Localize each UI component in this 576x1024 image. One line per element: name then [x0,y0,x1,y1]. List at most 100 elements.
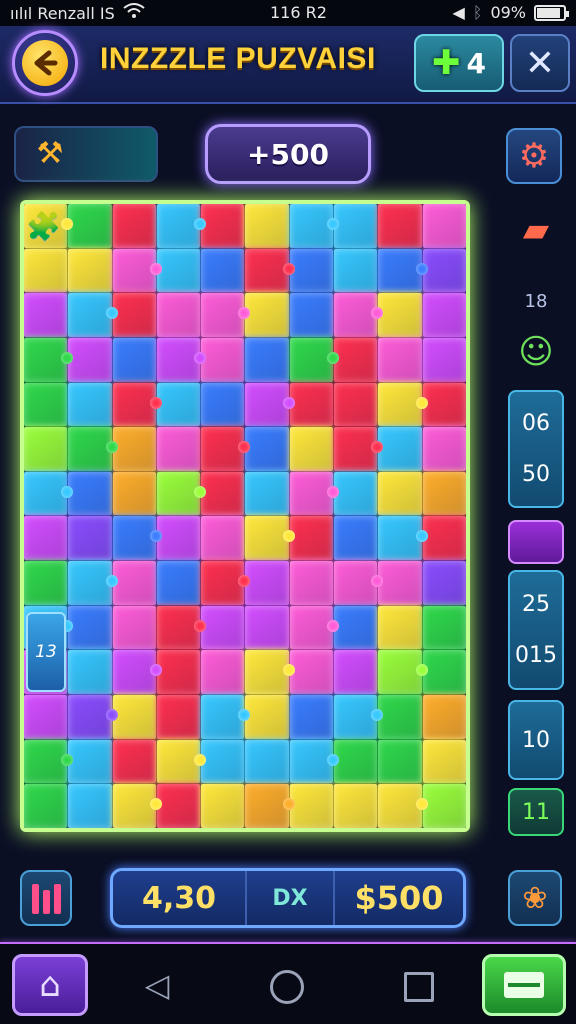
puzzle-piece[interactable] [422,561,466,605]
triangle-back-icon[interactable]: ◁ [140,968,174,1002]
puzzle-piece[interactable] [156,739,207,784]
puzzle-piece[interactable] [334,248,378,293]
puzzle-piece[interactable] [378,337,422,382]
puzzle-board[interactable] [20,200,470,832]
puzzle-piece[interactable] [156,695,201,739]
puzzle-piece[interactable] [245,427,289,471]
puzzle-piece[interactable] [201,695,251,739]
puzzle-piece[interactable] [378,695,422,739]
puzzle-piece[interactable] [156,561,201,605]
puzzle-piece[interactable] [112,382,162,427]
home-button[interactable]: ⌂ [12,954,88,1016]
puzzle-piece[interactable] [289,248,334,293]
puzzle-piece[interactable] [289,337,340,382]
puzzle-piece[interactable] [334,471,378,516]
puzzle-piece[interactable] [289,784,334,828]
puzzle-piece[interactable] [201,293,251,337]
puzzle-piece[interactable] [378,784,428,828]
puzzle-piece[interactable] [68,739,112,784]
puzzle-piece[interactable] [156,605,207,650]
puzzle-piece[interactable] [422,427,466,471]
puzzle-piece[interactable] [201,471,245,516]
puzzle-piece[interactable] [68,784,112,828]
puzzle-piece[interactable] [201,248,245,293]
puzzle-piece[interactable] [378,516,428,561]
puzzle-piece[interactable] [112,650,162,695]
puzzle-piece-icon[interactable]: 🧩 [26,210,66,246]
puzzle-piece[interactable] [24,695,68,739]
puzzle-piece[interactable] [24,784,68,828]
puzzle-piece[interactable] [334,784,378,828]
puzzle-piece[interactable] [68,248,112,293]
puzzle-piece[interactable] [245,293,289,337]
puzzle-piece[interactable] [334,204,378,248]
puzzle-piece[interactable] [245,516,295,561]
puzzle-piece[interactable] [289,204,340,248]
puzzle-piece[interactable] [24,471,74,516]
puzzle-piece[interactable] [245,695,289,739]
puzzle-piece[interactable] [245,337,289,382]
puzzle-piece[interactable] [156,650,201,695]
puzzle-piece[interactable] [112,337,156,382]
puzzle-piece[interactable] [289,739,340,784]
puzzle-piece[interactable] [156,337,207,382]
puzzle-piece[interactable] [24,293,68,337]
puzzle-piece[interactable] [201,337,245,382]
puzzle-piece[interactable] [245,650,295,695]
puzzle-piece[interactable] [68,337,112,382]
puzzle-piece[interactable] [245,204,289,248]
puzzle-piece[interactable] [201,516,245,561]
puzzle-piece[interactable] [289,471,340,516]
puzzle-piece[interactable] [422,204,466,248]
puzzle-piece[interactable] [112,516,162,561]
puzzle-piece[interactable] [378,471,422,516]
puzzle-piece[interactable] [68,471,112,516]
puzzle-piece[interactable] [156,248,201,293]
puzzle-piece[interactable] [201,204,245,248]
close-button[interactable]: ✕ [510,34,570,92]
circle-home-icon[interactable] [270,970,304,1004]
puzzle-piece[interactable] [24,739,74,784]
puzzle-piece[interactable] [378,382,428,427]
puzzle-piece[interactable] [289,427,334,471]
frog-icon[interactable]: ☺ [508,326,564,378]
puzzle-piece[interactable] [378,204,422,248]
puzzle-piece[interactable] [334,739,378,784]
lives-counter[interactable]: ✚ 4 [414,34,504,92]
puzzle-piece[interactable] [201,784,245,828]
menu-button[interactable] [482,954,566,1016]
puzzle-piece[interactable] [245,382,295,427]
puzzle-piece[interactable] [68,516,112,561]
puzzle-piece[interactable] [289,293,334,337]
puzzle-piece[interactable] [156,293,201,337]
puzzle-piece[interactable] [422,516,466,561]
puzzle-piece[interactable] [112,695,156,739]
hammer-tool-slot[interactable]: ⚒ [14,126,158,182]
puzzle-piece[interactable] [334,605,378,650]
puzzle-piece[interactable] [378,605,422,650]
puzzle-piece[interactable] [24,248,68,293]
puzzle-piece[interactable] [245,248,295,293]
puzzle-piece[interactable] [156,427,201,471]
puzzle-piece[interactable] [68,605,112,650]
puzzle-piece[interactable] [289,382,334,427]
puzzle-piece[interactable] [156,471,207,516]
puzzle-piece[interactable] [245,561,289,605]
square-recent-icon[interactable] [404,972,434,1002]
puzzle-piece[interactable] [334,561,384,605]
right-purple-tab[interactable] [508,520,564,564]
puzzle-piece[interactable] [422,337,466,382]
puzzle-piece[interactable] [68,695,118,739]
puzzle-piece[interactable] [334,382,378,427]
puzzle-piece[interactable] [378,293,422,337]
puzzle-piece[interactable] [422,784,466,828]
puzzle-piece[interactable] [334,293,384,337]
puzzle-piece[interactable] [289,605,340,650]
puzzle-piece[interactable] [378,561,422,605]
puzzle-piece[interactable] [68,427,118,471]
puzzle-piece[interactable] [112,739,156,784]
puzzle-piece[interactable] [334,427,384,471]
puzzle-piece[interactable] [156,204,207,248]
puzzle-piece[interactable] [112,784,162,828]
puzzle-piece[interactable] [24,337,74,382]
